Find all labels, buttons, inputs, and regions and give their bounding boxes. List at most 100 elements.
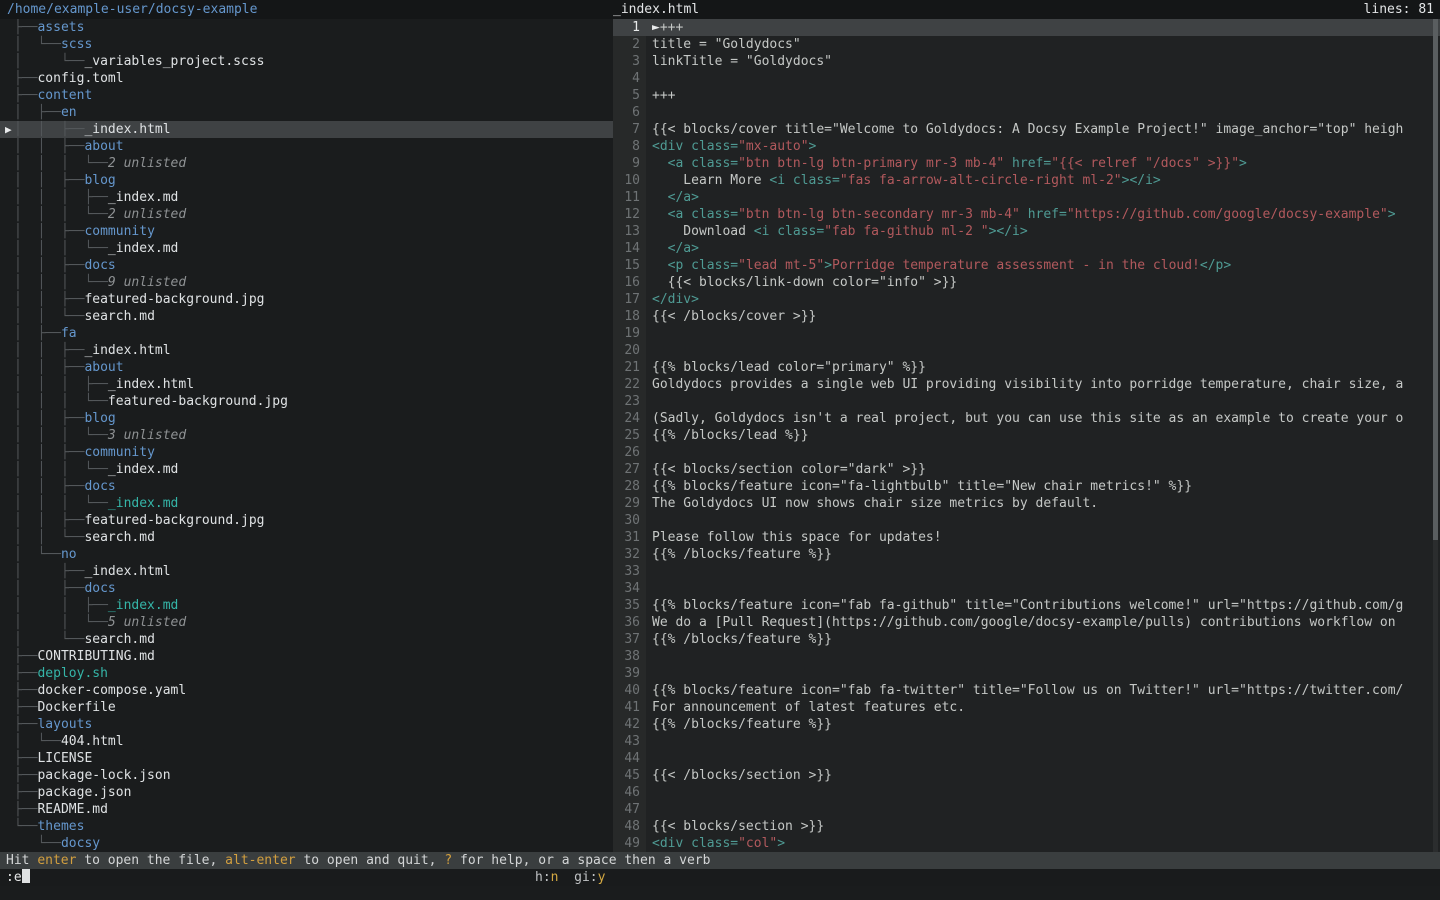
code-segment: "col": [738, 836, 777, 851]
tree-row--index-html[interactable]: ▶│ │ ├──_index.html: [0, 121, 613, 138]
code-segment: <a class=: [668, 156, 738, 171]
tree-row-community[interactable]: │ │ ├──community: [0, 223, 613, 240]
tree-row-9-unlisted[interactable]: │ │ │ └──9 unlisted: [0, 274, 613, 291]
tree-row--index-html[interactable]: │ │ ├──_index.html: [0, 342, 613, 359]
tree-branch-lines: │ │ ├──: [14, 479, 84, 494]
tree-row--index-md[interactable]: │ │ ├──_index.md: [0, 597, 613, 614]
tree-row-scss[interactable]: │ └──scss: [0, 36, 613, 53]
tree-row-license[interactable]: ├──LICENSE: [0, 750, 613, 767]
code-line-2: 2title = "Goldydocs": [613, 36, 1440, 53]
tree-label: blog: [84, 173, 115, 188]
code-segment: {{% blocks/feature icon="fa-lightbulb" t…: [652, 479, 1192, 494]
tree-row-readme-md[interactable]: ├──README.md: [0, 801, 613, 818]
command-input[interactable]: :e: [6, 869, 30, 886]
line-number: 27: [613, 461, 640, 478]
preview-scrollbar[interactable]: [1433, 19, 1438, 852]
tree-row-404-html[interactable]: │ └──404.html: [0, 733, 613, 750]
tree-row-search-md[interactable]: │ │ └──search.md: [0, 308, 613, 325]
file-tree-panel: ├──assets│ └──scss│ └──_variables_projec…: [0, 19, 613, 852]
tree-branch-lines: │ │ │ ├──: [14, 190, 108, 205]
tree-row--index-md[interactable]: │ │ │ └──_index.md: [0, 495, 613, 512]
tree-row-2-unlisted[interactable]: │ │ │ └──2 unlisted: [0, 155, 613, 172]
code-segment: "mx-auto": [738, 139, 808, 154]
tree-branch-lines: ├──: [14, 751, 37, 766]
tree-row-featured-background-jpg[interactable]: │ │ ├──featured-background.jpg: [0, 291, 613, 308]
line-number: 26: [613, 444, 640, 461]
code-segment: {{% blocks/feature icon="fab fa-github" …: [652, 598, 1403, 613]
line-number: 37: [613, 631, 640, 648]
tree-branch-lines: │ └──: [14, 547, 61, 562]
tree-row-en[interactable]: │ ├──en: [0, 104, 613, 121]
tree-row-layouts[interactable]: ├──layouts: [0, 716, 613, 733]
tree-row-2-unlisted[interactable]: │ │ │ └──2 unlisted: [0, 206, 613, 223]
tree-row-contributing-md[interactable]: ├──CONTRIBUTING.md: [0, 648, 613, 665]
tree-row-assets[interactable]: ├──assets: [0, 19, 613, 36]
tree-row-fa[interactable]: │ ├──fa: [0, 325, 613, 342]
tree-row-docs[interactable]: │ │ ├──docs: [0, 257, 613, 274]
tree-row-search-md[interactable]: │ └──search.md: [0, 631, 613, 648]
tree-branch-lines: │ │ ├──: [14, 224, 84, 239]
tree-row-featured-background-jpg[interactable]: │ │ │ └──featured-background.jpg: [0, 393, 613, 410]
tree-row-docsy[interactable]: └──docsy: [0, 835, 613, 852]
code-line-17: 17</div>: [613, 291, 1440, 308]
code-line-18: 18{{< /blocks/cover >}}: [613, 308, 1440, 325]
code-line-48: 48{{< blocks/section >}}: [613, 818, 1440, 835]
tree-row-package-lock-json[interactable]: ├──package-lock.json: [0, 767, 613, 784]
code-line-19: 19: [613, 325, 1440, 342]
line-number: 23: [613, 393, 640, 410]
tree-row-content[interactable]: ├──content: [0, 87, 613, 104]
tree-row--index-md[interactable]: │ │ │ └──_index.md: [0, 461, 613, 478]
code-segment: {{< /blocks/section >}}: [652, 768, 832, 783]
tree-branch-lines: │ │ ├──: [14, 343, 84, 358]
line-number: 33: [613, 563, 640, 580]
tree-branch-lines: │ │ │ └──: [14, 207, 108, 222]
tree-row--index-md[interactable]: │ │ │ ├──_index.md: [0, 189, 613, 206]
tree-row-deploy-sh[interactable]: ├──deploy.sh: [0, 665, 613, 682]
code-segment: Learn More: [652, 173, 769, 188]
tree-row-blog[interactable]: │ │ ├──blog: [0, 410, 613, 427]
tree-row-5-unlisted[interactable]: │ │ └──5 unlisted: [0, 614, 613, 631]
tree-label: _index.md: [108, 241, 178, 256]
line-number: 6: [613, 104, 640, 121]
line-number: 1: [613, 19, 640, 36]
code-line-36: 36We do a [Pull Request](https://github.…: [613, 614, 1440, 631]
tree-row-featured-background-jpg[interactable]: │ │ ├──featured-background.jpg: [0, 512, 613, 529]
tree-row-package-json[interactable]: ├──package.json: [0, 784, 613, 801]
tree-branch-lines: │ │ ├──: [14, 411, 84, 426]
tree-row-dockerfile[interactable]: ├──Dockerfile: [0, 699, 613, 716]
tree-row-about[interactable]: │ │ ├──about: [0, 359, 613, 376]
tree-label: featured-background.jpg: [84, 292, 264, 307]
code-segment: linkTitle = "Goldydocs": [652, 54, 832, 69]
tree-row-about[interactable]: │ │ ├──about: [0, 138, 613, 155]
tree-row-search-md[interactable]: │ │ └──search.md: [0, 529, 613, 546]
tree-row-themes[interactable]: └──themes: [0, 818, 613, 835]
code-line-49: 49<div class="col">: [613, 835, 1440, 852]
tree-row-no[interactable]: │ └──no: [0, 546, 613, 563]
code-text: title = "Goldydocs": [652, 37, 801, 52]
code-line-30: 30: [613, 512, 1440, 529]
code-line-45: 45{{< /blocks/section >}}: [613, 767, 1440, 784]
tree-row-docs[interactable]: │ ├──docs: [0, 580, 613, 597]
tree-row-community[interactable]: │ │ ├──community: [0, 444, 613, 461]
tree-row-docs[interactable]: │ │ ├──docs: [0, 478, 613, 495]
breadcrumb-path[interactable]: /home/example-user/docsy-example: [7, 1, 257, 18]
code-line-41: 41For announcement of latest features et…: [613, 699, 1440, 716]
tree-row--index-md[interactable]: │ │ │ └──_index.md: [0, 240, 613, 257]
line-number: 25: [613, 427, 640, 444]
tree-row-blog[interactable]: │ │ ├──blog: [0, 172, 613, 189]
tree-row-3-unlisted[interactable]: │ │ │ └──3 unlisted: [0, 427, 613, 444]
preview-panel: 1►+++2title = "Goldydocs"3linkTitle = "G…: [613, 19, 1440, 852]
tree-label: docker-compose.yaml: [37, 683, 186, 698]
tree-row-docker-compose-yaml[interactable]: ├──docker-compose.yaml: [0, 682, 613, 699]
line-number: 29: [613, 495, 640, 512]
scrollbar-thumb[interactable]: [1433, 19, 1438, 540]
tree-row--index-html[interactable]: │ ├──_index.html: [0, 563, 613, 580]
tree-row--index-html[interactable]: │ │ │ ├──_index.html: [0, 376, 613, 393]
tree-label: 2 unlisted: [108, 207, 186, 222]
tree-row-config-toml[interactable]: ├──config.toml: [0, 70, 613, 87]
command-input-row[interactable]: :e h:n gi:y: [0, 869, 1440, 886]
line-number: 43: [613, 733, 640, 750]
tree-label: docs: [84, 258, 115, 273]
tree-row--variables-project-scss[interactable]: │ └──_variables_project.scss: [0, 53, 613, 70]
tree-label: config.toml: [37, 71, 123, 86]
